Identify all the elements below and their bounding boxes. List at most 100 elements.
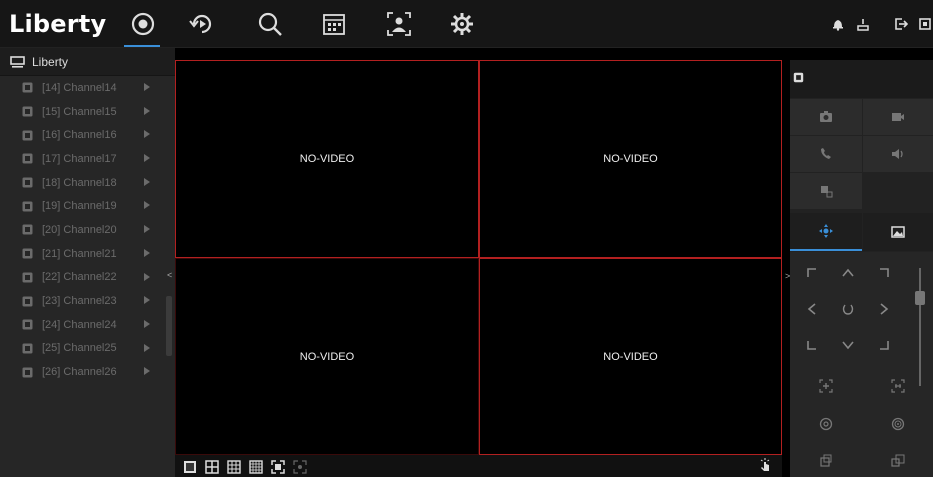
calendar-icon[interactable]	[320, 10, 348, 38]
focus-far-icon	[891, 417, 905, 431]
zoom-out-button[interactable]	[863, 368, 933, 404]
ptz-down-right-button[interactable]	[866, 328, 902, 362]
tab-ptz[interactable]	[790, 213, 862, 251]
channel-item[interactable]: [20] Channel20	[0, 218, 175, 242]
channel-label: [19] Channel19	[42, 200, 117, 213]
video-tile[interactable]: NO-VIDEO	[175, 258, 479, 455]
logout-icon[interactable]	[893, 16, 909, 32]
fullscreen-icon[interactable]	[917, 16, 933, 32]
channel-label: [16] Channel16	[42, 129, 117, 142]
tab-image[interactable]	[863, 213, 933, 251]
play-channel-icon[interactable]	[144, 225, 150, 234]
play-channel-icon[interactable]	[144, 201, 150, 210]
playback-icon[interactable]	[188, 10, 216, 38]
camera-icon	[22, 343, 33, 354]
3x3-layout-icon[interactable]	[227, 460, 241, 474]
digital-zoom-button[interactable]	[790, 173, 862, 209]
video-tile[interactable]: NO-VIDEO	[175, 60, 479, 258]
focus-near-button[interactable]	[790, 406, 862, 442]
channel-item[interactable]: [17] Channel17	[0, 147, 175, 171]
channel-item[interactable]: [19] Channel19	[0, 194, 175, 218]
2x2-layout-icon[interactable]	[205, 460, 219, 474]
fullscreen-layout-icon[interactable]	[271, 460, 285, 474]
channel-item[interactable]: [16] Channel16	[0, 123, 175, 147]
touch-control-icon[interactable]	[758, 458, 772, 472]
app-logo: Liberty	[9, 10, 107, 38]
no-video-label: NO-VIDEO	[603, 350, 658, 363]
ptz-up-button[interactable]	[830, 256, 866, 290]
record-button[interactable]	[863, 99, 933, 135]
alarm-bell-icon[interactable]	[830, 16, 846, 32]
channel-item[interactable]: [25] Channel25	[0, 337, 175, 361]
4x4-layout-icon[interactable]	[249, 460, 263, 474]
image-tab-icon	[891, 226, 905, 238]
play-channel-icon[interactable]	[144, 343, 150, 352]
channel-item[interactable]: [15] Channel15	[0, 100, 175, 124]
zoom-in-button[interactable]	[790, 368, 862, 404]
ptz-auto-scan-button[interactable]	[830, 292, 866, 326]
channel-item[interactable]: [14] Channel14	[0, 76, 175, 100]
channel-sidebar: Liberty [14] Channel14 [15] Channel15 [16]…	[0, 48, 175, 477]
camera-icon	[22, 201, 33, 212]
channel-item[interactable]: [21] Channel21	[0, 242, 175, 266]
active-tab-indicator	[124, 45, 160, 47]
sidebar-scrollbar[interactable]	[166, 296, 172, 356]
live-view-icon[interactable]	[129, 10, 157, 38]
play-channel-icon[interactable]	[144, 367, 150, 376]
user-icon[interactable]	[855, 16, 871, 32]
ptz-right-button[interactable]	[866, 292, 902, 326]
device-tree-root[interactable]: Liberty	[0, 48, 175, 76]
channel-item[interactable]: [18] Channel18	[0, 171, 175, 195]
channel-label: [18] Channel18	[42, 176, 117, 189]
ptz-down-button[interactable]	[830, 328, 866, 362]
channel-label: [20] Channel20	[42, 223, 117, 236]
channel-item[interactable]: [23] Channel23	[0, 289, 175, 313]
ptz-down-left-button[interactable]	[794, 328, 830, 362]
no-video-label: NO-VIDEO	[603, 153, 658, 165]
channel-label: [14] Channel14	[42, 81, 117, 94]
snapshot-button[interactable]	[790, 99, 862, 135]
video-tile[interactable]: NO-VIDEO	[479, 60, 782, 258]
ptz-controls	[790, 252, 933, 477]
camera-icon	[22, 248, 33, 259]
device-tree-root-label: Liberty	[32, 54, 69, 69]
monitor-icon	[10, 55, 25, 68]
fit-layout-icon[interactable]	[293, 460, 307, 474]
camera-icon	[22, 367, 33, 378]
settings-gear-icon[interactable]	[448, 10, 476, 38]
collapse-sidebar-button[interactable]: <	[167, 270, 172, 280]
ptz-up-left-button[interactable]	[794, 256, 830, 290]
ptz-up-right-button[interactable]	[866, 256, 902, 290]
no-video-label: NO-VIDEO	[299, 350, 355, 363]
channel-label: [17] Channel17	[42, 152, 117, 165]
focus-far-button[interactable]	[863, 406, 933, 442]
camera-icon	[22, 296, 33, 307]
play-channel-icon[interactable]	[144, 272, 150, 281]
video-tile[interactable]: NO-VIDEO	[479, 258, 782, 455]
audio-button[interactable]	[863, 136, 933, 172]
channel-item[interactable]: [26] Channel26	[0, 360, 175, 384]
camera-icon	[22, 224, 33, 235]
video-grid: NO-VIDEO NO-VIDEO NO-VIDEO NO-VIDEO	[175, 60, 782, 455]
channel-label: [15] Channel15	[42, 105, 117, 118]
ptz-left-button[interactable]	[794, 292, 830, 326]
play-channel-icon[interactable]	[144, 154, 150, 163]
channel-item[interactable]: [24] Channel24	[0, 313, 175, 337]
iris-open-icon	[820, 454, 832, 467]
channel-item[interactable]: [22] Channel22	[0, 266, 175, 290]
1x1-layout-icon[interactable]	[183, 460, 197, 474]
ptz-speed-slider-handle[interactable]	[915, 291, 925, 305]
iris-close-button[interactable]	[863, 444, 933, 477]
search-icon[interactable]	[256, 10, 284, 38]
play-channel-icon[interactable]	[144, 130, 150, 139]
play-channel-icon[interactable]	[144, 83, 150, 91]
play-channel-icon[interactable]	[144, 106, 150, 115]
play-channel-icon[interactable]	[144, 248, 150, 257]
iris-open-button[interactable]	[790, 444, 862, 477]
play-channel-icon[interactable]	[144, 296, 150, 305]
ptz-speed-slider-track[interactable]	[919, 268, 921, 386]
talk-button[interactable]	[790, 136, 862, 172]
play-channel-icon[interactable]	[144, 177, 150, 186]
face-recognition-icon[interactable]	[385, 10, 413, 38]
play-channel-icon[interactable]	[144, 319, 150, 328]
